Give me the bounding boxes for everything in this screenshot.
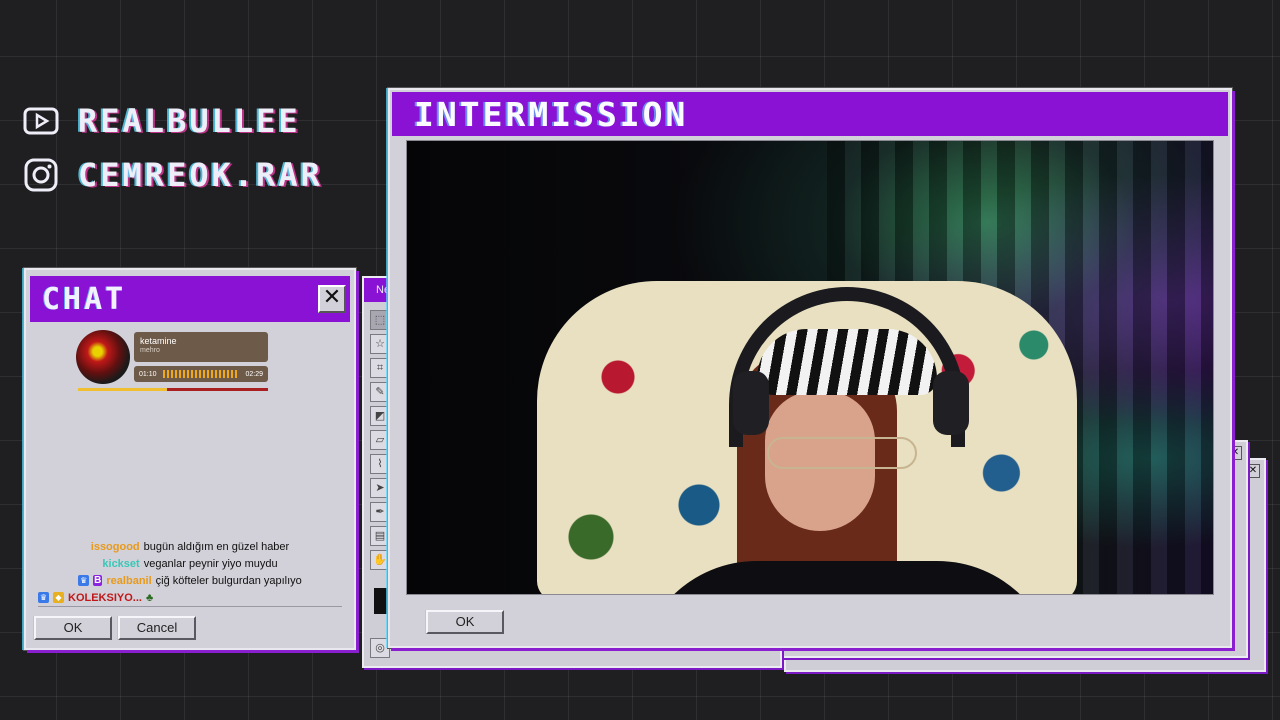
intermission-titlebar: INTERMISSION (392, 92, 1228, 136)
chat-title: CHAT (42, 281, 127, 317)
chat-message: issogood bugün aldığım en güzel haber (34, 538, 346, 555)
divider (38, 606, 342, 607)
chat-username[interactable]: realbanil (106, 575, 151, 587)
duration-time: 02:29 (245, 370, 263, 378)
ok-button[interactable]: OK (426, 610, 504, 634)
glasses (767, 437, 917, 469)
progress-track (78, 388, 268, 391)
fill-tool-icon[interactable]: ◩ (370, 406, 390, 426)
intermission-window: INTERMISSION OK (388, 88, 1232, 648)
brush-tool-icon[interactable]: ⌇ (370, 454, 390, 474)
album-art (76, 330, 130, 384)
chat-username[interactable]: KOLEKSIYO... (68, 592, 142, 604)
prime-badge-icon: ♛ (78, 575, 90, 586)
gold-badge-icon: ◆ (53, 592, 64, 603)
now-playing-widget: ketamine mehro 01:10 02:29 (76, 330, 276, 394)
instagram-icon (22, 156, 60, 194)
track-info: ketamine mehro (134, 332, 268, 362)
pointer-tool-icon[interactable]: ➤ (370, 478, 390, 498)
chat-text: veganlar peynir yiyo muydu (143, 557, 278, 570)
close-icon: ✕ (322, 285, 342, 310)
waveform-icon (162, 370, 240, 378)
webcam-feed (406, 140, 1214, 595)
close-icon[interactable]: ✕ (1246, 464, 1260, 478)
chat-titlebar: CHAT ✕ (30, 276, 350, 322)
streamer (637, 241, 1057, 594)
eraser-tool-icon[interactable]: ▱ (370, 430, 390, 450)
select-tool-icon[interactable]: ⬚ (370, 310, 390, 330)
chat-message: ♛ Brealbanil çiğ köfteler bulgurdan yapılı… (34, 572, 346, 589)
playback-bar: 01:10 02:29 (134, 366, 268, 382)
chat-window: CHAT ✕ ketamine mehro 01:10 02:29 issogo… (24, 268, 356, 650)
lasso-tool-icon[interactable]: ☆ (370, 334, 390, 354)
chat-messages: issogood bugün aldığım en güzel haber kick… (34, 538, 346, 606)
emote-icon: ♣ (145, 591, 154, 604)
sub-badge-icon: B (93, 575, 103, 586)
progress-fill (78, 388, 168, 391)
chat-text: çiğ köfteler bulgurdan yapılıyo (155, 574, 302, 587)
chat-username[interactable]: kickset (102, 558, 139, 570)
chat-message: ♛ ◆ KOLEKSIYO... ♣ (34, 589, 346, 606)
youtube-handle: REALBULLEE (22, 102, 301, 140)
ok-button[interactable]: OK (34, 616, 112, 640)
hand-tool-icon[interactable]: ✋ (370, 550, 390, 570)
instagram-handle-text: CEMREOK.RAR (78, 156, 323, 194)
text-tool-icon[interactable]: ▤ (370, 526, 390, 546)
track-title: ketamine (140, 336, 177, 346)
cancel-button[interactable]: Cancel (118, 616, 196, 640)
pen-tool-icon[interactable]: ✒ (370, 502, 390, 522)
headphone-cup-left (733, 371, 769, 435)
chat-message: kickset veganlar peynir yiyo muydu (34, 555, 346, 572)
chat-text: bugün aldığım en güzel haber (143, 540, 290, 553)
chat-username[interactable]: issogood (91, 541, 140, 553)
prime-badge-icon: ♛ (38, 592, 49, 603)
crop-tool-icon[interactable]: ⌗ (370, 358, 390, 378)
pencil-tool-icon[interactable]: ✎ (370, 382, 390, 402)
headphone-cup-right (933, 371, 969, 435)
zoom-tool-icon[interactable]: ◎ (370, 638, 390, 658)
track-artist: mehro (140, 347, 160, 354)
close-button[interactable]: ✕ (318, 285, 346, 313)
youtube-icon (22, 102, 60, 140)
instagram-handle: CEMREOK.RAR (22, 156, 323, 194)
elapsed-time: 01:10 (139, 370, 157, 378)
color-swatch[interactable] (374, 588, 388, 614)
intermission-title: INTERMISSION (414, 94, 689, 134)
youtube-handle-text: REALBULLEE (78, 102, 301, 140)
